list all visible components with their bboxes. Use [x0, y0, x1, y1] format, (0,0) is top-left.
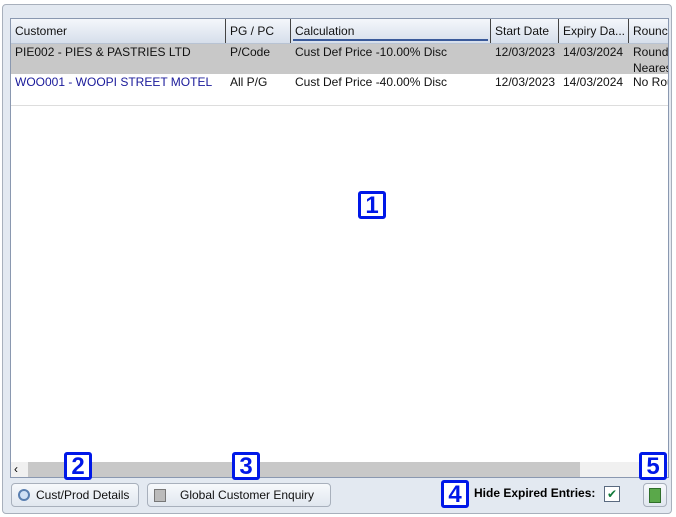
scrollbar-thumb[interactable] [28, 462, 580, 477]
col-calculation[interactable]: Calculation [291, 19, 491, 43]
cell-customer: WOO001 - WOOPI STREET MOTEL [15, 75, 213, 89]
cell-start: 12/03/2023 [495, 45, 556, 59]
horizontal-scrollbar[interactable]: ‹ [11, 462, 668, 477]
col-expiry-date[interactable]: Expiry Da... [559, 19, 629, 43]
callout-badge-5: 5 [639, 452, 667, 480]
callout-badge-3: 3 [232, 452, 260, 480]
global-enquiry-label: Global Customer Enquiry [180, 488, 315, 502]
cell-pg: All P/G [230, 75, 268, 89]
col-pg-pc[interactable]: PG / PC [226, 19, 291, 43]
cell-pg: P/Code [230, 45, 271, 59]
pricing-table: Customer PG / PC Calculation Start Date … [10, 18, 669, 478]
cust-prod-details-button[interactable]: Cust/Prod Details [11, 483, 139, 507]
callout-badge-4: 4 [441, 480, 469, 508]
rounding-line1: Round [633, 45, 669, 59]
cell-calc: Cust Def Price -40.00% Disc [295, 75, 448, 89]
cabinet-icon [154, 488, 166, 502]
col-customer[interactable]: Customer [11, 19, 226, 43]
col-rounding[interactable]: Rounc [629, 19, 668, 43]
cell-customer: PIE002 - PIES & PASTRIES LTD [15, 45, 191, 59]
rounding-line2: Neares [633, 61, 669, 74]
table-row[interactable]: PIE002 - PIES & PASTRIES LTD P/Code Cust… [11, 44, 669, 74]
cell-start: 12/03/2023 [495, 75, 556, 89]
excel-icon [649, 487, 661, 503]
callout-badge-1: 1 [358, 191, 386, 219]
cust-prod-label: Cust/Prod Details [36, 488, 130, 502]
cell-rounding: Round Neares [629, 44, 669, 74]
hide-expired-label: Hide Expired Entries: [474, 486, 596, 500]
table-row[interactable]: WOO001 - WOOPI STREET MOTEL All P/G Cust… [11, 74, 668, 106]
col-start-date[interactable]: Start Date [491, 19, 559, 43]
table-header: Customer PG / PC Calculation Start Date … [11, 19, 668, 44]
global-customer-enquiry-button[interactable]: Global Customer Enquiry [147, 483, 331, 507]
magnifier-icon [18, 489, 30, 501]
export-excel-button[interactable] [643, 483, 667, 507]
cell-calc: Cust Def Price -10.00% Disc [295, 45, 448, 59]
cell-expiry: 14/03/2024 [563, 75, 624, 89]
callout-badge-2: 2 [64, 452, 92, 480]
cell-expiry: 14/03/2024 [563, 45, 624, 59]
cell-rounding: No Rou [633, 75, 668, 89]
scroll-left-icon[interactable]: ‹ [14, 462, 18, 477]
hide-expired-checkbox[interactable]: ✔ [604, 486, 620, 502]
